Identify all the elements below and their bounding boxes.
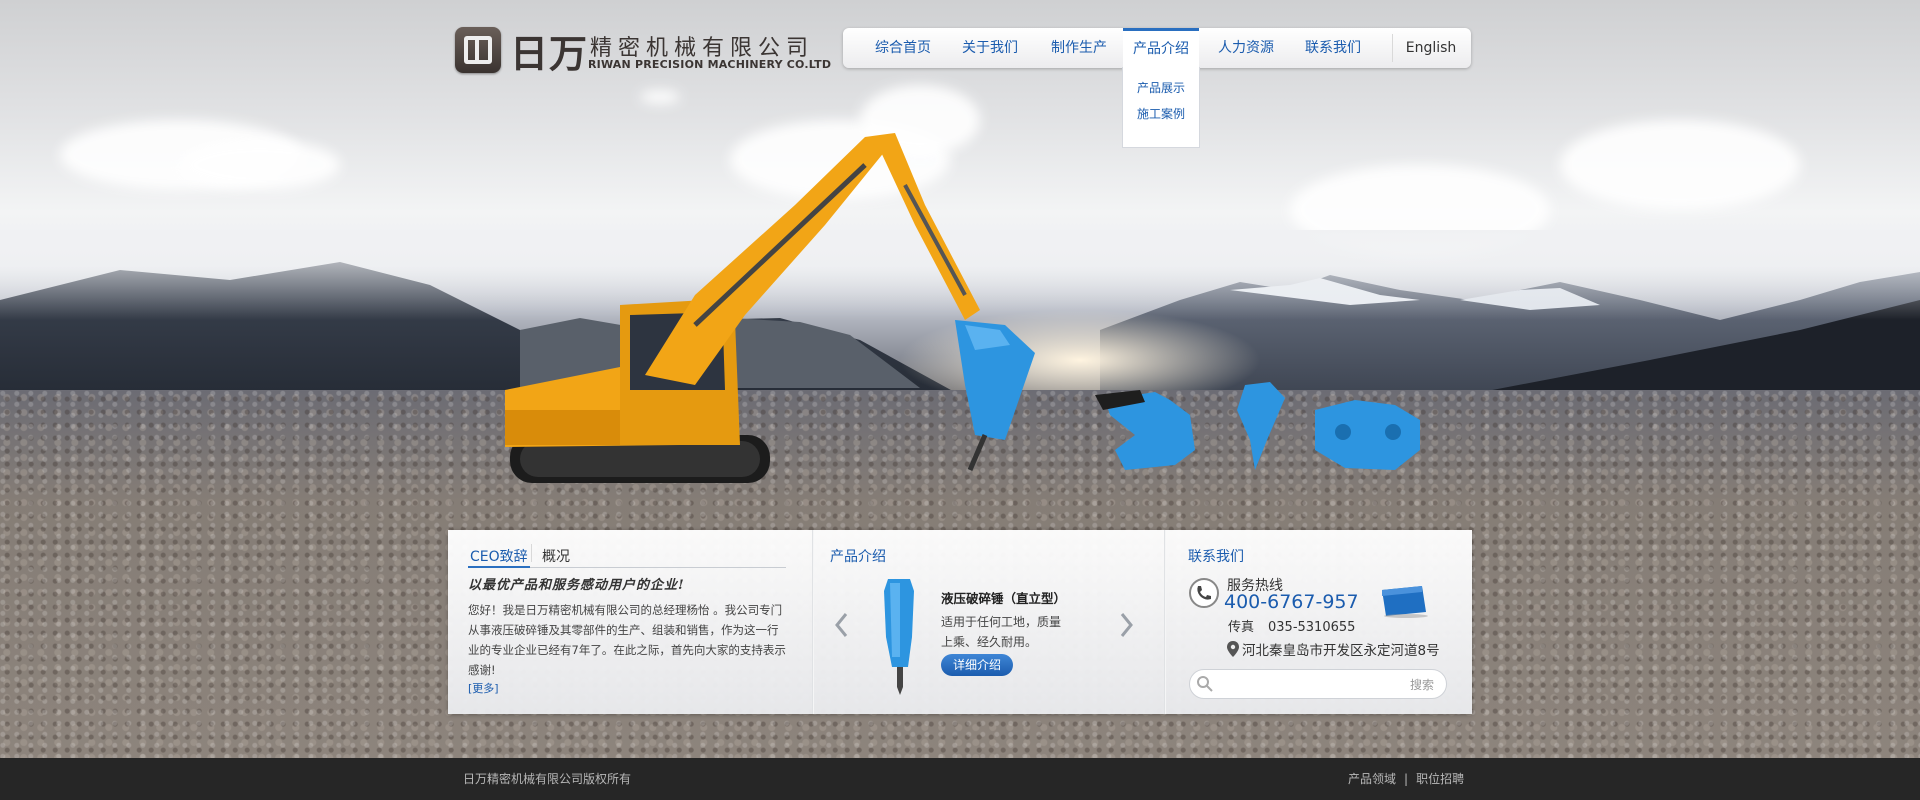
column-divider bbox=[1164, 530, 1166, 714]
phone-icon bbox=[1189, 578, 1219, 608]
hotline-number: 400-6767-957 bbox=[1224, 591, 1359, 613]
nav-item-home[interactable]: 综合首页 bbox=[861, 28, 945, 68]
footer-link-jobs[interactable]: 职位招聘 bbox=[1416, 772, 1464, 786]
attachment-images bbox=[1095, 382, 1420, 470]
company-logo[interactable]: 日万 精密机械有限公司 RIWAN PRECISION MACHINERY CO… bbox=[455, 25, 831, 76]
product-section-title: 产品介绍 bbox=[830, 549, 886, 565]
product-detail-button[interactable]: 详细介绍 bbox=[941, 654, 1013, 676]
company-address: 河北秦皇岛市开发区永定河道8号 bbox=[1242, 643, 1440, 659]
ceo-message-text: 您好！我是日万精密机械有限公司的总经理杨怡 。我公司专门从事液压破碎锤及其零部件… bbox=[468, 603, 786, 677]
fax-line: 传真 035-5310655 bbox=[1228, 616, 1355, 635]
nav-item-about[interactable]: 关于我们 bbox=[945, 28, 1035, 68]
contact-section-title: 联系我们 bbox=[1188, 549, 1244, 565]
dropdown-item-cases[interactable]: 施工案例 bbox=[1123, 101, 1199, 127]
nav-item-products[interactable]: 产品介绍 bbox=[1123, 28, 1199, 68]
product-catalog-icon[interactable] bbox=[1378, 584, 1430, 618]
fax-number: 035-5310655 bbox=[1268, 620, 1356, 635]
dropdown-item-showcase[interactable]: 产品展示 bbox=[1123, 75, 1199, 101]
logo-mark-icon bbox=[455, 27, 501, 73]
search-icon bbox=[1197, 676, 1213, 692]
more-link[interactable]: [更多] bbox=[468, 680, 499, 696]
language-english-link[interactable]: English bbox=[1399, 28, 1463, 68]
main-nav: 综合首页 关于我们 制作生产 产品介绍 人力资源 联系我们 English bbox=[843, 28, 1471, 68]
fax-label: 传真 bbox=[1228, 620, 1255, 635]
tab-overview[interactable]: 概况 bbox=[542, 546, 570, 566]
footer-copyright: 日万精密机械有限公司版权所有 bbox=[463, 772, 632, 786]
hydraulic-breaker-image bbox=[884, 579, 914, 695]
nav-item-production[interactable]: 制作生产 bbox=[1035, 28, 1123, 68]
column-divider bbox=[812, 530, 814, 714]
company-name-cn: 日万 bbox=[510, 31, 589, 76]
nav-item-contact[interactable]: 联系我们 bbox=[1293, 28, 1373, 68]
footer-links: 产品领域 | 职位招聘 bbox=[1348, 770, 1464, 787]
footer: 日万精密机械有限公司版权所有 产品领域 | 职位招聘 bbox=[0, 758, 1920, 800]
location-pin-icon bbox=[1227, 641, 1239, 657]
chevron-right-icon[interactable] bbox=[1116, 610, 1136, 640]
search-input[interactable] bbox=[1222, 673, 1406, 697]
product-name: 液压破碎锤（直立型） bbox=[941, 591, 1067, 606]
company-name-en: RIWAN PRECISION MACHINERY CO.LTD bbox=[588, 58, 832, 71]
tab-divider bbox=[530, 567, 786, 568]
nav-divider bbox=[1392, 34, 1393, 62]
search-button[interactable]: 搜索 bbox=[1410, 676, 1434, 693]
products-dropdown: 产品展示 施工案例 bbox=[1122, 67, 1200, 148]
nav-item-hr[interactable]: 人力资源 bbox=[1199, 28, 1293, 68]
footer-link-products[interactable]: 产品领域 bbox=[1348, 772, 1396, 786]
chevron-left-icon[interactable] bbox=[832, 610, 852, 640]
tab-separator bbox=[531, 544, 532, 562]
excavator-image bbox=[505, 133, 1035, 483]
product-description: 适用于任何工地，质量上乘、经久耐用。 bbox=[941, 615, 1062, 649]
footer-link-separator: | bbox=[1404, 772, 1409, 786]
tab-active-underline bbox=[468, 566, 530, 568]
ceo-slogan: 以最优产品和服务感动用户的企业! bbox=[468, 578, 685, 593]
tab-ceo-message[interactable]: CEO致辞 bbox=[470, 546, 528, 566]
